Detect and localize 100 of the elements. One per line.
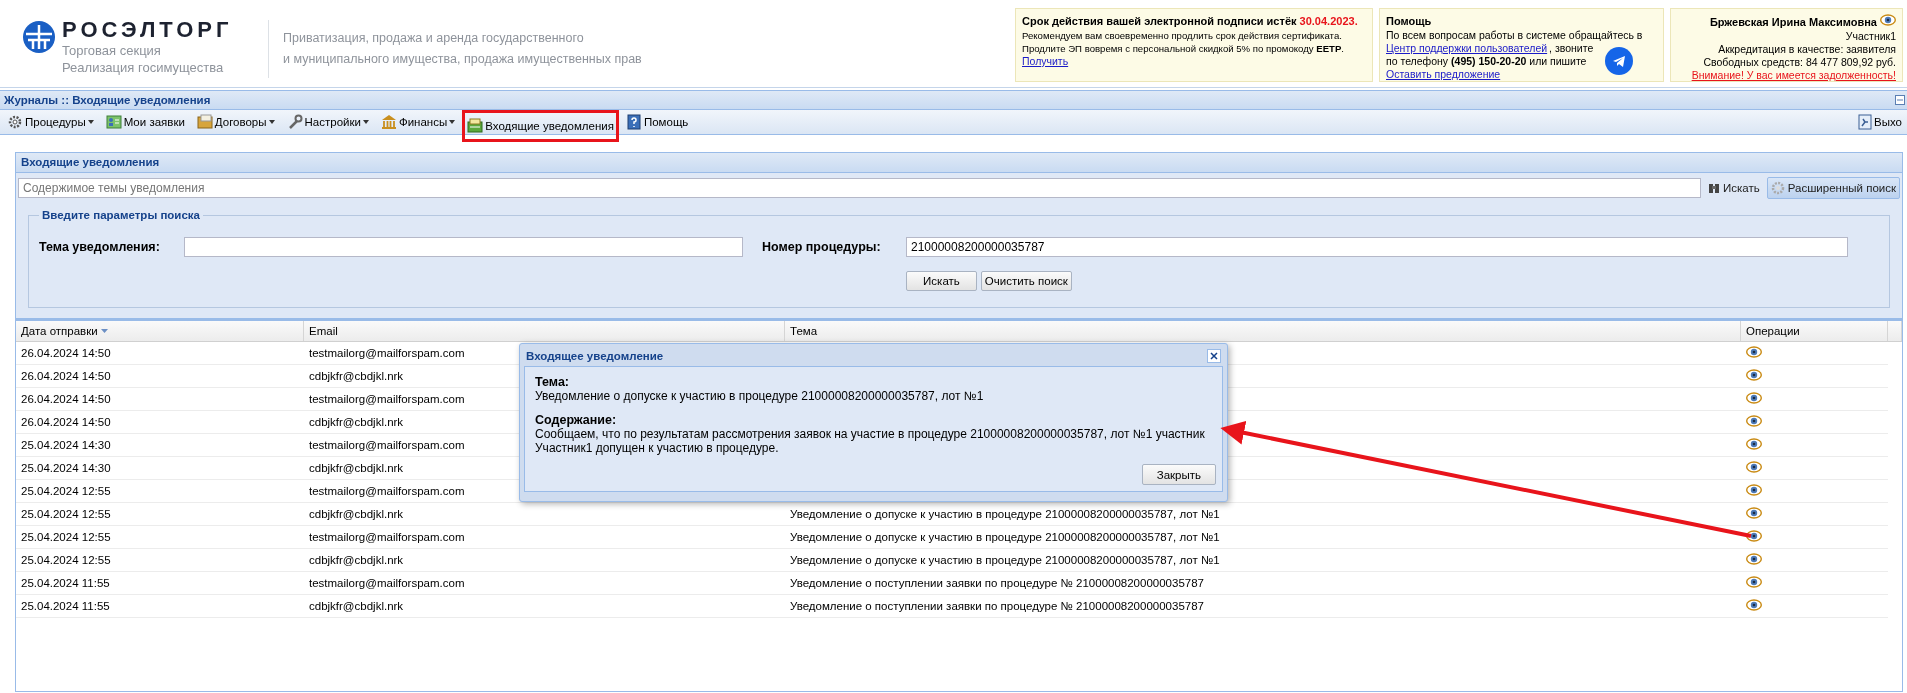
- exit-icon: [1858, 114, 1873, 130]
- subject-label: Тема:: [535, 375, 570, 389]
- caret-icon: [87, 120, 94, 124]
- table-cell: testmailorg@mailforspam.com: [309, 439, 465, 451]
- notice-text: Продлите ЭП вовремя с персональной скидкой 5% по промокоду EETP.: [1022, 42, 1346, 55]
- field-label: Номер процедуры:: [762, 240, 882, 254]
- eye-icon[interactable]: [1746, 553, 1762, 565]
- eye-icon[interactable]: [1746, 346, 1762, 358]
- accreditation-text: Аккредитация в качестве: заявителя: [1718, 43, 1896, 56]
- table-cell: Уведомление о допуске к участию в процедуре 21000008200000035787, лот №1: [790, 531, 1220, 543]
- table-cell: 25.04.2024 12:55: [21, 531, 111, 543]
- table-cell: cdbjkfr@cbdjkl.nrk: [309, 554, 404, 566]
- table-cell: testmailorg@mailforspam.com: [309, 485, 465, 497]
- help-text: По всем вопросам работы в системе обращайтесь в: [1386, 29, 1643, 42]
- column-header[interactable]: Тема: [790, 325, 818, 337]
- tagline: Приватизация, продажа и аренда государственного: [283, 30, 585, 47]
- content-text: Сообщаем, что по результатам рассмотрения заявок на участие в процедуре 21000008200000035787, лот №1 участник Участник1 допущен к участию в процедуре.: [535, 427, 1206, 455]
- search-button[interactable]: Искать: [1704, 177, 1764, 199]
- table-cell: testmailorg@mailforspam.com: [309, 531, 465, 543]
- column-header[interactable]: Операции: [1746, 325, 1800, 337]
- caret-icon: [449, 120, 456, 124]
- inbox-icon: [467, 118, 484, 134]
- eye-icon[interactable]: [1746, 438, 1762, 450]
- user-name: Бржевская Ирина Максимовна: [1709, 14, 1896, 30]
- get-link[interactable]: Получить: [1022, 55, 1069, 68]
- eye-icon[interactable]: [1746, 599, 1762, 611]
- close-dialog-button[interactable]: Закрыть: [1141, 464, 1216, 485]
- table-cell: 26.04.2024 14:50: [21, 347, 111, 359]
- table-cell: cdbjkfr@cbdjkl.nrk: [309, 462, 404, 474]
- help-icon: [625, 114, 642, 130]
- filter-field[interactable]: [184, 237, 743, 257]
- exit-button[interactable]: Выхо: [1853, 111, 1905, 133]
- table-cell: 25.04.2024 11:55: [21, 600, 110, 612]
- table-cell: cdbjkfr@cbdjkl.nrk: [309, 600, 404, 612]
- folder-icon: [196, 114, 213, 130]
- telegram-button[interactable]: [1605, 47, 1633, 75]
- advanced-search-button[interactable]: Расширенный поиск: [1766, 177, 1900, 199]
- support-link[interactable]: Центр поддержки пользователей: [1386, 42, 1548, 55]
- column-header[interactable]: Дата отправки: [21, 325, 98, 337]
- table-cell: 26.04.2024 14:50: [21, 393, 111, 405]
- eye-icon[interactable]: [1746, 461, 1762, 473]
- eye-icon[interactable]: [1746, 530, 1762, 542]
- fieldset-legend: Введите параметры поиска: [39, 209, 203, 221]
- search-field[interactable]: Содержимое темы уведомления: [18, 178, 1701, 198]
- panel-title: Входящие уведомления: [16, 153, 1902, 173]
- table-cell: Уведомление о поступлении заявки по процедуре № 21000008200000035787: [790, 577, 1204, 589]
- logo-icon: [22, 20, 56, 54]
- column-header[interactable]: Email: [309, 325, 338, 337]
- table-cell: testmailorg@mailforspam.com: [309, 577, 465, 589]
- content-label: Содержание:: [535, 413, 618, 427]
- close-button[interactable]: [1207, 349, 1221, 363]
- eye-icon[interactable]: [1746, 415, 1762, 427]
- help-title: Помощь: [1386, 14, 1433, 29]
- table-cell: 26.04.2024 14:50: [21, 370, 111, 382]
- paper-plane-icon: [1613, 55, 1625, 67]
- collapse-icon[interactable]: [1895, 95, 1905, 105]
- tagline: и муниципального имущества, продажа имущественных прав: [283, 51, 642, 68]
- bank-icon: [380, 114, 397, 130]
- eye-icon[interactable]: [1880, 14, 1896, 26]
- suggest-link[interactable]: Оставить предложение: [1386, 68, 1501, 81]
- table-cell: 25.04.2024 12:55: [21, 554, 111, 566]
- table-cell: cdbjkfr@cbdjkl.nrk: [309, 416, 404, 428]
- binoculars-icon: [1708, 182, 1720, 194]
- breadcrumb: Журналы :: Входящие уведомления: [4, 94, 211, 106]
- toolbar-button[interactable]: Мои заявки: [100, 111, 190, 133]
- toolbar-button[interactable]: Процедуры: [2, 111, 99, 133]
- toolbar-button[interactable]: Входящие уведомления: [462, 110, 619, 142]
- table-cell: 25.04.2024 12:55: [21, 508, 111, 520]
- filter-field[interactable]: 21000008200000035787: [906, 237, 1848, 257]
- search-button[interactable]: Искать: [906, 271, 977, 291]
- table-cell: 25.04.2024 11:55: [21, 577, 110, 589]
- toolbar-button[interactable]: Настройки: [281, 111, 374, 133]
- gear-icon: [7, 114, 23, 130]
- clear-search-button[interactable]: Очистить поиск: [980, 271, 1072, 291]
- debt-warning-link[interactable]: Внимание! У вас имеется задолженность!: [1691, 69, 1896, 82]
- notice-text: Рекомендуем вам своевременно продлить срок действия сертификата.: [1022, 29, 1343, 42]
- table-cell: testmailorg@mailforspam.com: [309, 347, 465, 359]
- toolbar-button[interactable]: Договоры: [191, 111, 280, 133]
- table-cell: Уведомление о поступлении заявки по процедуре № 21000008200000035787: [790, 600, 1204, 612]
- eye-icon[interactable]: [1746, 369, 1762, 381]
- eye-icon[interactable]: [1746, 484, 1762, 496]
- table-cell: Уведомление о допуске к участию в процедуре 21000008200000035787, лот №1: [790, 554, 1220, 566]
- toolbar-button[interactable]: Помощь: [620, 111, 694, 133]
- table-cell: 25.04.2024 14:30: [21, 439, 111, 451]
- table-cell: cdbjkfr@cbdjkl.nrk: [309, 370, 404, 382]
- eye-icon[interactable]: [1746, 507, 1762, 519]
- caret-icon: [362, 120, 369, 124]
- table-cell: cdbjkfr@cbdjkl.nrk: [309, 508, 404, 520]
- caret-icon: [268, 120, 275, 124]
- toolbar-button[interactable]: Финансы: [375, 111, 461, 133]
- table-cell: 25.04.2024 12:55: [21, 485, 111, 497]
- brand-subtitle: Реализация госимущества: [62, 59, 225, 76]
- table-cell: Уведомление о допуске к участию в процедуре 21000008200000035787, лот №1: [790, 508, 1220, 520]
- help-text: по телефону (495) 150-20-20 или пишите: [1386, 55, 1587, 68]
- table-cell: testmailorg@mailforspam.com: [309, 393, 465, 405]
- eye-icon[interactable]: [1746, 392, 1762, 404]
- person-card-icon: [105, 114, 122, 130]
- subject-text: Уведомление о допуске к участию в процедуре 21000008200000035787, лот №1: [535, 389, 985, 403]
- eye-icon[interactable]: [1746, 576, 1762, 588]
- table-cell: 25.04.2024 14:30: [21, 462, 111, 474]
